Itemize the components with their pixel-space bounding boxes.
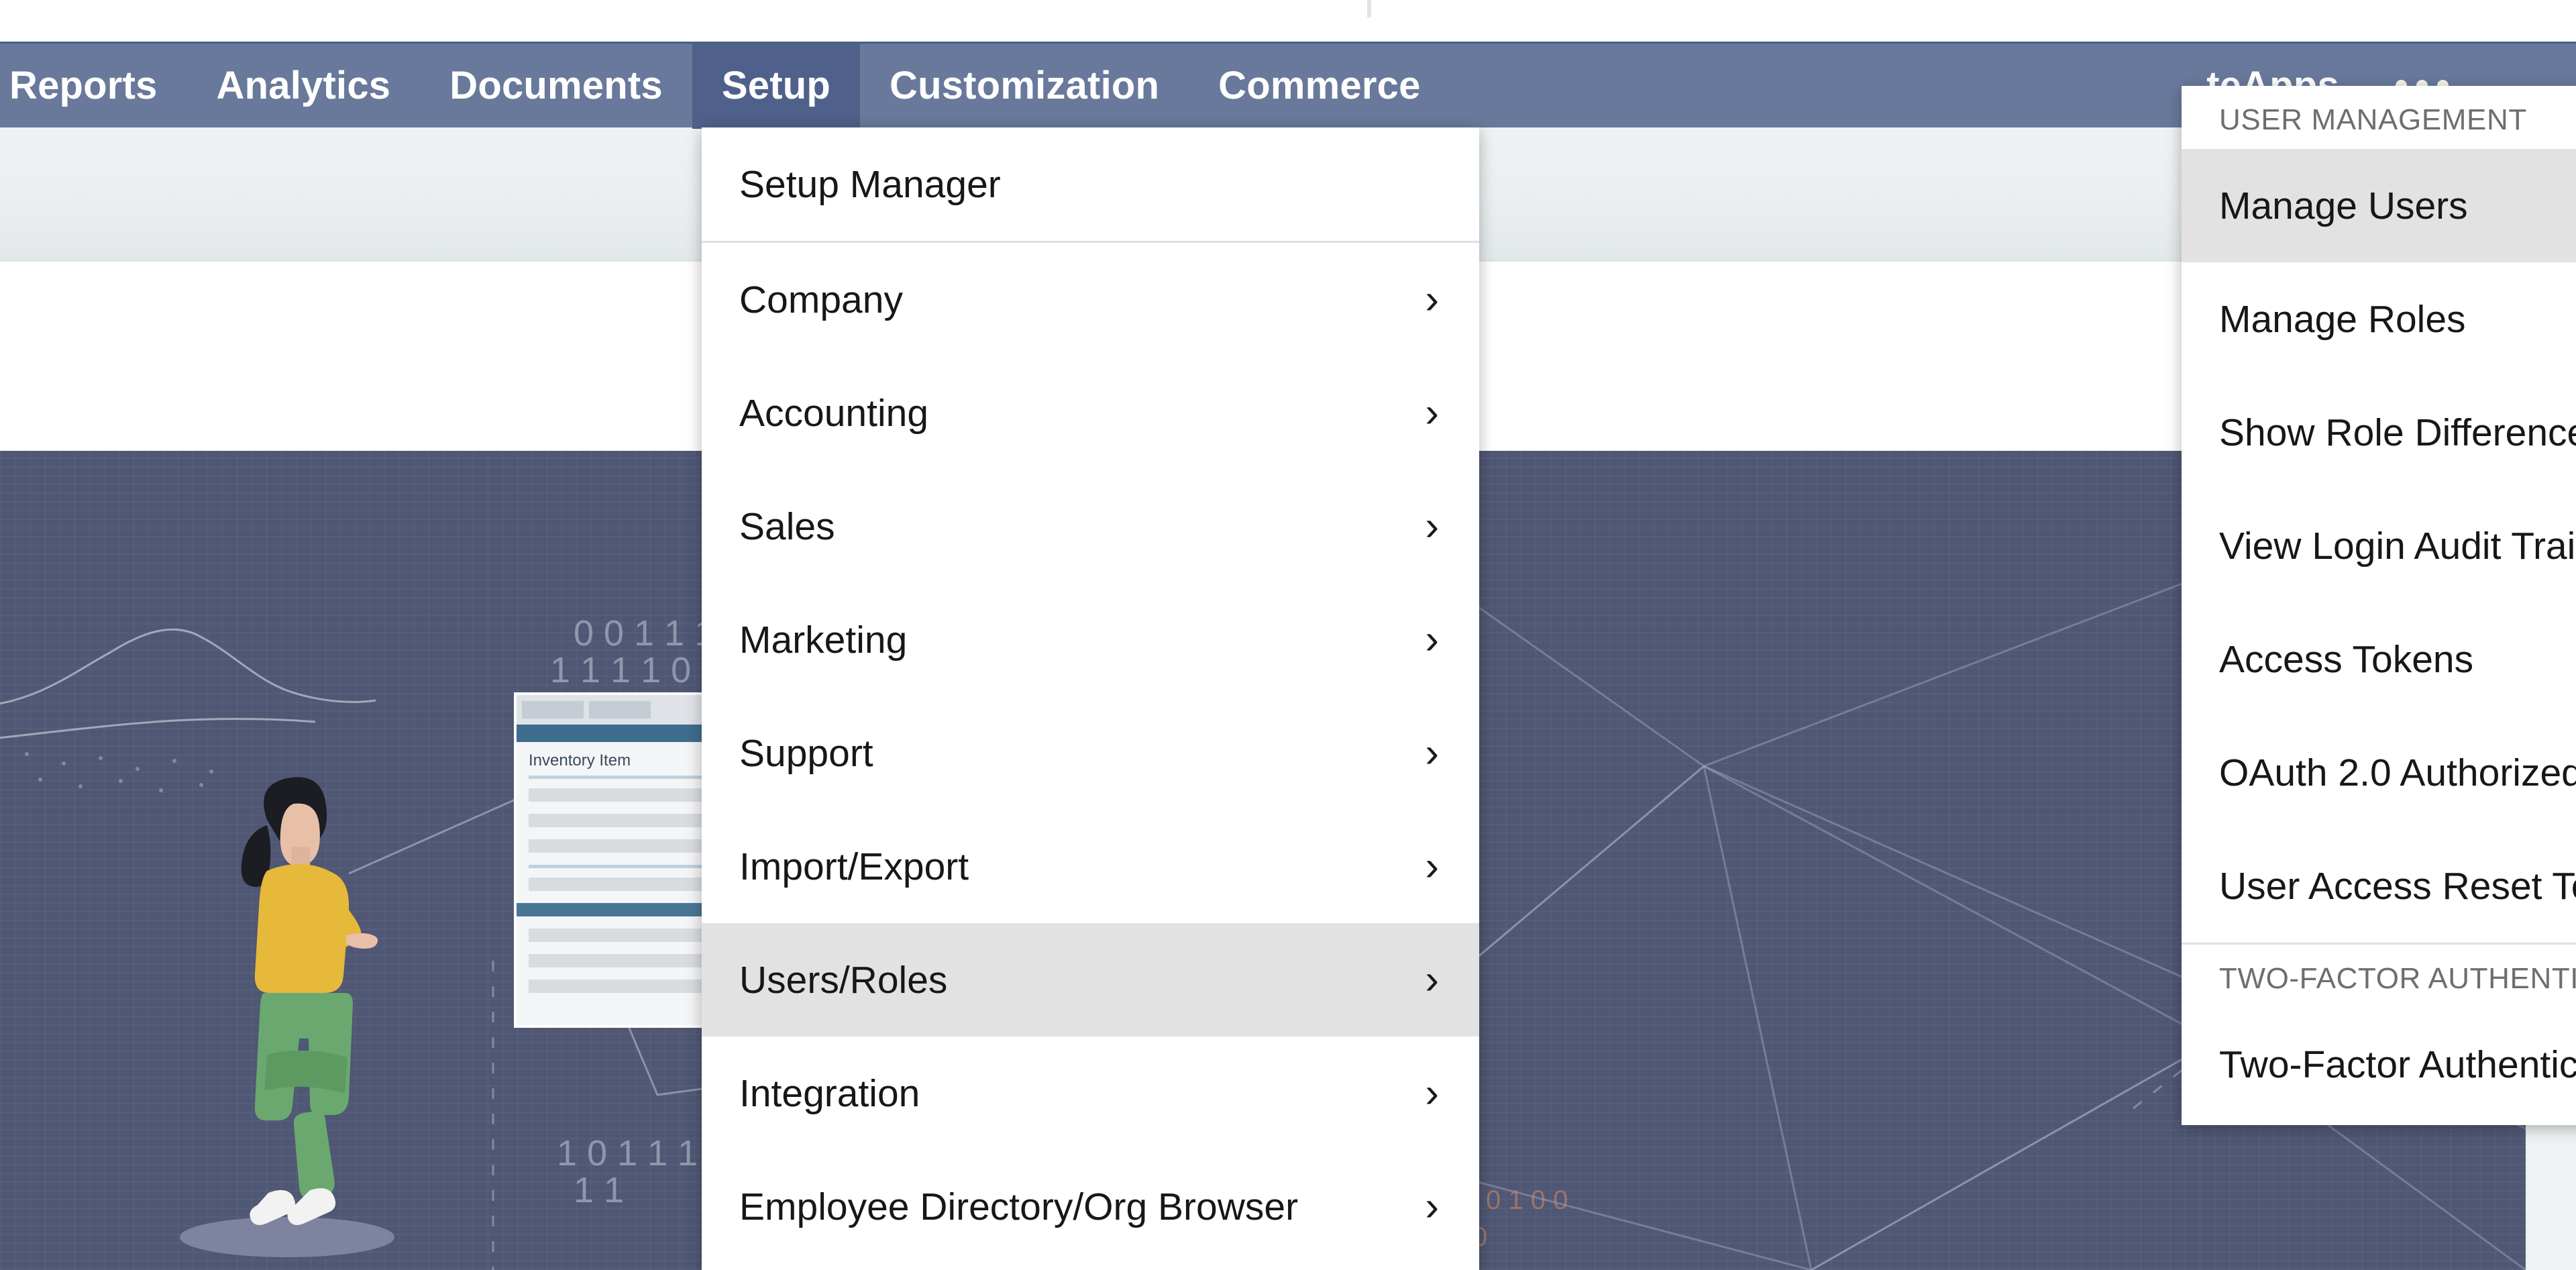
illustration-person: [180, 777, 394, 1257]
menu-item-label: Users/Roles: [739, 958, 948, 1002]
menu-item-users-roles[interactable]: Users/Roles ›: [702, 923, 1479, 1037]
app-page: 0 0 1 1 1 1 1 1 1 1 0 1 0 1 1 1 1 1 1 0 …: [0, 0, 2576, 1270]
chevron-right-icon: ›: [1425, 729, 1439, 776]
submenu-item-label: User Access Reset Tool: [2219, 864, 2576, 908]
chevron-right-icon: ›: [1425, 276, 1439, 323]
menu-item-label: Import/Export: [739, 845, 969, 888]
chevron-right-icon: ›: [1425, 616, 1439, 663]
submenu-item-label: Show Role Differences: [2219, 411, 2576, 454]
menu-item-sales[interactable]: Sales ›: [702, 470, 1479, 583]
chevron-right-icon: ›: [1425, 1069, 1439, 1116]
submenu-item-access-tokens[interactable]: Access Tokens ›: [2182, 602, 2576, 716]
submenu-item-user-access-reset-tool[interactable]: User Access Reset Tool: [2182, 829, 2576, 943]
chevron-right-icon: ›: [1425, 843, 1439, 890]
page-top-strip: [0, 0, 2576, 42]
nav-item-setup[interactable]: Setup: [692, 42, 860, 129]
submenu-item-label: OAuth 2.0 Authorized Applications: [2219, 751, 2576, 794]
menu-item-label: Accounting: [739, 391, 929, 435]
menu-item-label: Setup Manager: [739, 162, 1001, 206]
submenu-item-label: Two-Factor Authentication Roles: [2219, 1043, 2576, 1086]
menu-item-setup-manager[interactable]: Setup Manager: [702, 127, 1479, 241]
chevron-right-icon: ›: [1425, 1183, 1439, 1230]
users-roles-submenu: USER MANAGEMENT Manage Users Manage Role…: [2182, 86, 2576, 1125]
nav-item-customization[interactable]: Customization: [860, 43, 1189, 129]
menu-item-accounting[interactable]: Accounting ›: [702, 356, 1479, 470]
submenu-item-manage-users[interactable]: Manage Users: [2182, 149, 2576, 262]
submenu-item-label: View Login Audit Trail: [2219, 524, 2576, 568]
submenu-item-oauth2-authorized-applications[interactable]: OAuth 2.0 Authorized Applications: [2182, 716, 2576, 829]
submenu-item-label: Manage Roles: [2219, 297, 2466, 341]
menu-item-marketing[interactable]: Marketing ›: [702, 583, 1479, 696]
chevron-right-icon: ›: [1425, 956, 1439, 1003]
svg-text:1 1 1 1 0: 1 1 1 1 0: [550, 650, 691, 690]
menu-item-employee-directory-org-browser[interactable]: Employee Directory/Org Browser ›: [702, 1150, 1479, 1263]
menu-item-company[interactable]: Company ›: [702, 243, 1479, 356]
mock-tab: [589, 701, 651, 719]
mock-tab: [522, 701, 584, 719]
nav-item-documents[interactable]: Documents: [420, 43, 692, 129]
menu-item-label: Sales: [739, 505, 835, 548]
menu-item-label: Company: [739, 278, 903, 321]
submenu-item-two-factor-authentication-roles[interactable]: Two-Factor Authentication Roles: [2182, 1008, 2576, 1121]
menu-item-import-export[interactable]: Import/Export ›: [702, 810, 1479, 923]
menu-item-label: Marketing: [739, 618, 908, 662]
submenu-item-label: Access Tokens: [2219, 637, 2474, 681]
nav-item-commerce[interactable]: Commerce: [1189, 43, 1450, 129]
menu-item-label: Employee Directory/Org Browser: [739, 1185, 1299, 1228]
chevron-right-icon: ›: [1425, 389, 1439, 436]
submenu-item-show-role-differences[interactable]: Show Role Differences: [2182, 376, 2576, 489]
nav-item-analytics[interactable]: Analytics: [187, 43, 421, 129]
setup-dropdown-menu: Setup Manager Company › Accounting › Sal…: [702, 86, 2576, 1270]
svg-text:0 1 0 0: 0 1 0 0: [1486, 1185, 1568, 1215]
menu-item-label: Support: [739, 731, 873, 775]
chevron-right-icon: ›: [1425, 502, 1439, 549]
submenu-group-label-user-management: USER MANAGEMENT: [2219, 103, 2527, 136]
nav-item-reports[interactable]: Reports: [0, 43, 187, 129]
submenu-group-label-two-factor-authentication: TWO-FACTOR AUTHENTICATION: [2219, 962, 2576, 995]
submenu-item-manage-roles[interactable]: Manage Roles ›: [2182, 262, 2576, 376]
submenu-item-label: Manage Users: [2219, 184, 2468, 227]
menu-item-integration[interactable]: Integration ›: [702, 1037, 1479, 1150]
menu-item-label: Integration: [739, 1071, 920, 1115]
svg-text:1 1: 1 1: [574, 1170, 624, 1210]
scroll-caret-icon: [1367, 0, 1371, 17]
submenu-item-view-login-audit-trail[interactable]: View Login Audit Trail: [2182, 489, 2576, 602]
menu-item-support[interactable]: Support ›: [702, 696, 1479, 810]
